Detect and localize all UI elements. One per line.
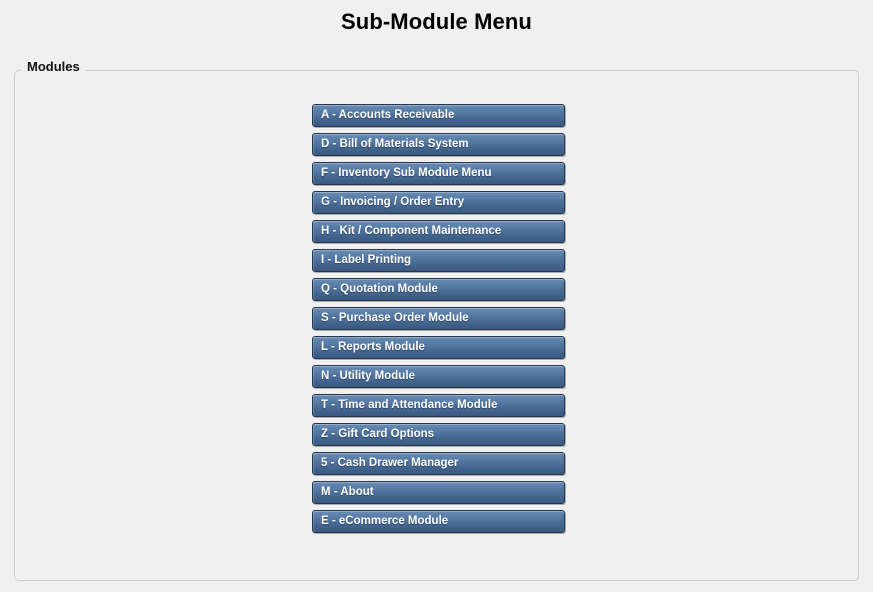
page-title: Sub-Module Menu: [341, 9, 532, 34]
module-button-list: A - Accounts Receivable D - Bill of Mater…: [312, 104, 568, 533]
modules-group-box: Modules A - Accounts Receivable D - Bill …: [14, 59, 859, 581]
module-button-h[interactable]: H - Kit / Component Maintenance: [312, 220, 565, 243]
module-button-m[interactable]: M - About: [312, 481, 565, 504]
modules-group-legend: Modules: [21, 59, 86, 75]
module-button-i[interactable]: I - Label Printing: [312, 249, 565, 272]
module-button-q[interactable]: Q - Quotation Module: [312, 278, 565, 301]
module-button-s[interactable]: S - Purchase Order Module: [312, 307, 565, 330]
module-button-d[interactable]: D - Bill of Materials System: [312, 133, 565, 156]
module-button-f[interactable]: F - Inventory Sub Module Menu: [312, 162, 565, 185]
module-button-z[interactable]: Z - Gift Card Options: [312, 423, 565, 446]
module-button-5[interactable]: 5 - Cash Drawer Manager: [312, 452, 565, 475]
module-button-n[interactable]: N - Utility Module: [312, 365, 565, 388]
module-button-a[interactable]: A - Accounts Receivable: [312, 104, 565, 127]
module-button-l[interactable]: L - Reports Module: [312, 336, 565, 359]
module-button-g[interactable]: G - Invoicing / Order Entry: [312, 191, 565, 214]
module-button-e[interactable]: E - eCommerce Module: [312, 510, 565, 533]
module-button-t[interactable]: T - Time and Attendance Module: [312, 394, 565, 417]
